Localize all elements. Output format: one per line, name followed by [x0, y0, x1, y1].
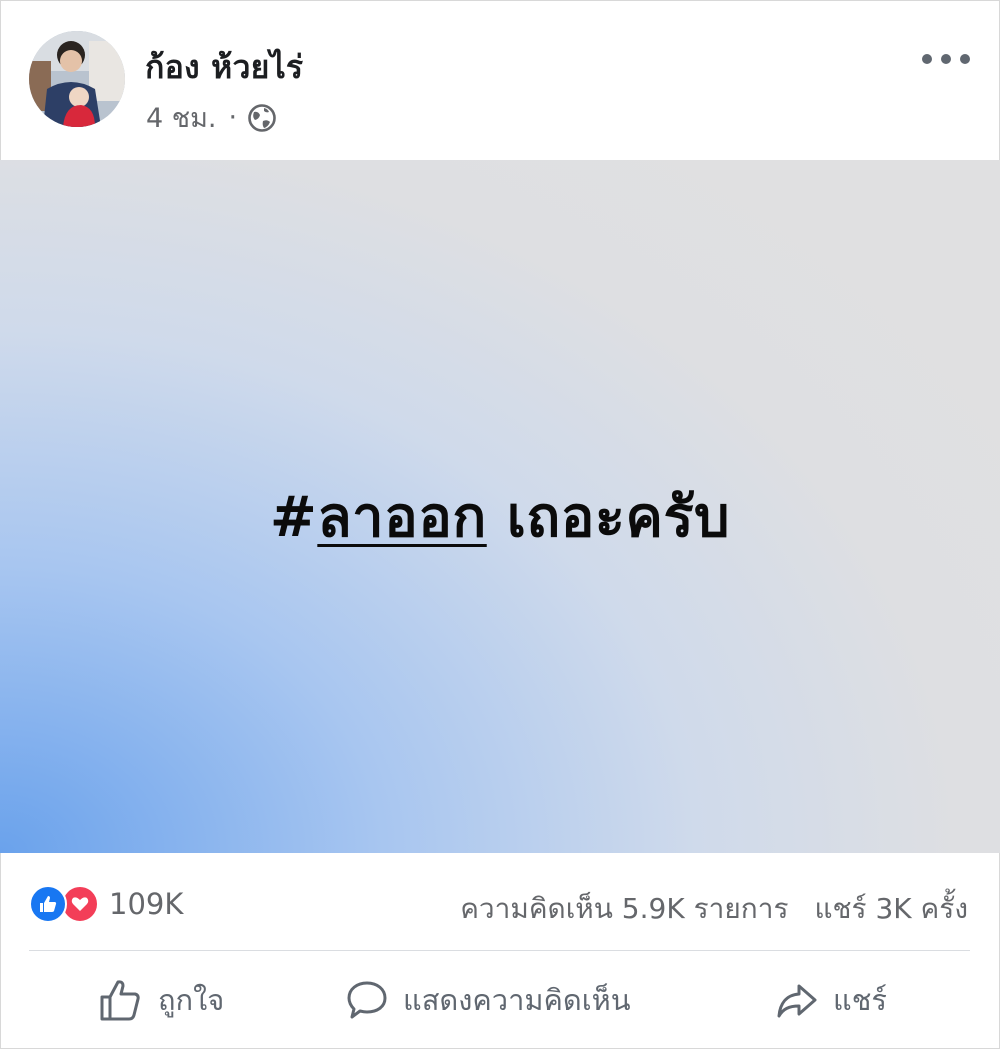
more-dot — [960, 54, 970, 64]
globe-icon[interactable] — [247, 103, 277, 133]
post-stats: 109K ความคิดเห็น 5.9K รายการ แชร์ 3K ครั… — [0, 853, 1000, 951]
comment-button[interactable]: แสดงความคิดเห็น — [345, 977, 631, 1023]
author-name[interactable]: ก้อง ห้วยไร่ — [145, 42, 303, 93]
more-dot — [941, 54, 951, 64]
like-reaction-icon — [29, 885, 67, 923]
hashtag-link[interactable]: ลาออก — [317, 485, 486, 550]
author-avatar[interactable] — [29, 31, 125, 127]
reaction-count: 109K — [109, 887, 184, 921]
post-time[interactable]: 4 ชม. — [146, 96, 216, 139]
post-text: #ลาออก เถอะครับ — [0, 472, 1000, 561]
engagement-counts: ความคิดเห็น 5.9K รายการ แชร์ 3K ครั้ง — [460, 887, 968, 931]
like-button[interactable]: ถูกใจ — [98, 977, 224, 1023]
comment-icon — [347, 981, 387, 1019]
share-button[interactable]: แชร์ — [775, 977, 887, 1023]
more-dot — [922, 54, 932, 64]
comment-label: แสดงความคิดเห็น — [403, 983, 631, 1017]
post-text-rest: เถอะครับ — [486, 485, 731, 550]
thumbs-up-icon — [100, 980, 140, 1021]
post-background-image: #ลาออก เถอะครับ — [0, 160, 1000, 853]
comment-count[interactable]: ความคิดเห็น 5.9K รายการ — [460, 887, 788, 931]
share-count[interactable]: แชร์ 3K ครั้ง — [814, 887, 968, 931]
post-header: ก้อง ห้วยไร่ 4 ชม. · — [0, 0, 1000, 160]
share-arrow-icon — [777, 984, 817, 1018]
hashtag-symbol: # — [269, 485, 318, 550]
action-bar: ถูกใจ แสดงความคิดเห็น แชร์ — [0, 951, 1000, 1047]
more-options-icon[interactable] — [922, 44, 970, 74]
reactions-summary[interactable]: 109K — [29, 885, 183, 923]
share-label: แชร์ — [833, 983, 887, 1017]
like-label: ถูกใจ — [158, 983, 225, 1017]
post-meta: 4 ชม. · — [146, 96, 277, 139]
meta-separator: · — [228, 102, 238, 133]
avatar-photo — [29, 31, 125, 127]
